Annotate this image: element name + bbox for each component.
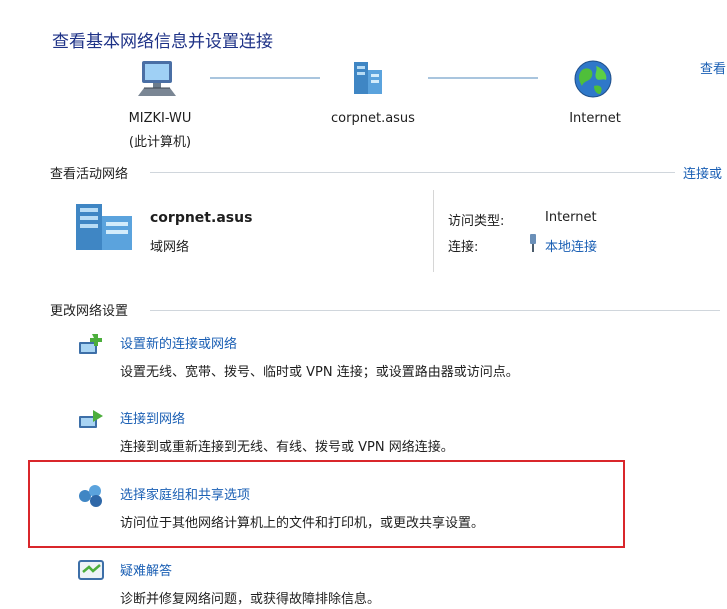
connection-line [210,77,320,79]
troubleshoot-link[interactable]: 疑难解答 [120,560,172,579]
active-network-type: 域网络 [150,240,190,255]
node-label-domain: corpnet.asus [331,111,415,126]
access-type-label: 访问类型: [448,214,505,229]
domain-network-icon[interactable] [348,58,388,100]
connect-to-network-link[interactable]: 连接到网络 [120,408,185,427]
connect-to-network-desc: 连接到或重新连接到无线、有线、拨号或 VPN 网络连接。 [120,440,454,455]
ethernet-plug-icon [527,234,539,252]
setup-new-connection-desc: 设置无线、宽带、拨号、临时或 VPN 连接；或设置路由器或访问点。 [120,365,519,380]
homegroup-sharing-link[interactable]: 选择家庭组和共享选项 [120,484,250,503]
connect-or-disconnect-link[interactable]: 连接或 [683,163,722,182]
node-label-internet: Internet [569,111,621,126]
vertical-divider [433,190,434,272]
active-network-name: corpnet.asus [150,210,253,226]
troubleshoot-icon[interactable] [76,558,106,584]
change-settings-heading: 更改网络设置 [50,304,129,319]
node-sublabel-computer: (此计算机) [128,135,192,150]
setup-new-connection-link[interactable]: 设置新的连接或网络 [120,333,237,352]
domain-network-large-icon [72,202,140,252]
page-title: 查看基本网络信息并设置连接 [52,32,273,52]
homegroup-sharing-desc: 访问位于其他网络计算机上的文件和打印机，或更改共享设置。 [120,516,485,531]
globe-icon[interactable] [572,58,614,100]
connect-network-icon[interactable] [76,406,106,432]
homegroup-icon[interactable] [76,482,106,508]
highlight-box [28,460,625,548]
new-connection-icon[interactable] [76,332,106,358]
troubleshoot-desc: 诊断并修复网络问题，或获得故障排除信息。 [120,592,381,607]
section-divider [150,172,675,173]
section-divider [150,310,720,311]
active-networks-heading: 查看活动网络 [50,167,129,182]
connection-line [428,77,538,79]
access-type-value: Internet [545,210,597,225]
local-connection-link[interactable]: 本地连接 [545,236,597,255]
node-label-computer: MIZKI-WU [128,111,192,126]
connections-label: 连接: [448,240,479,255]
computer-icon[interactable] [132,58,182,100]
view-full-map-link[interactable]: 查看 [700,58,726,77]
